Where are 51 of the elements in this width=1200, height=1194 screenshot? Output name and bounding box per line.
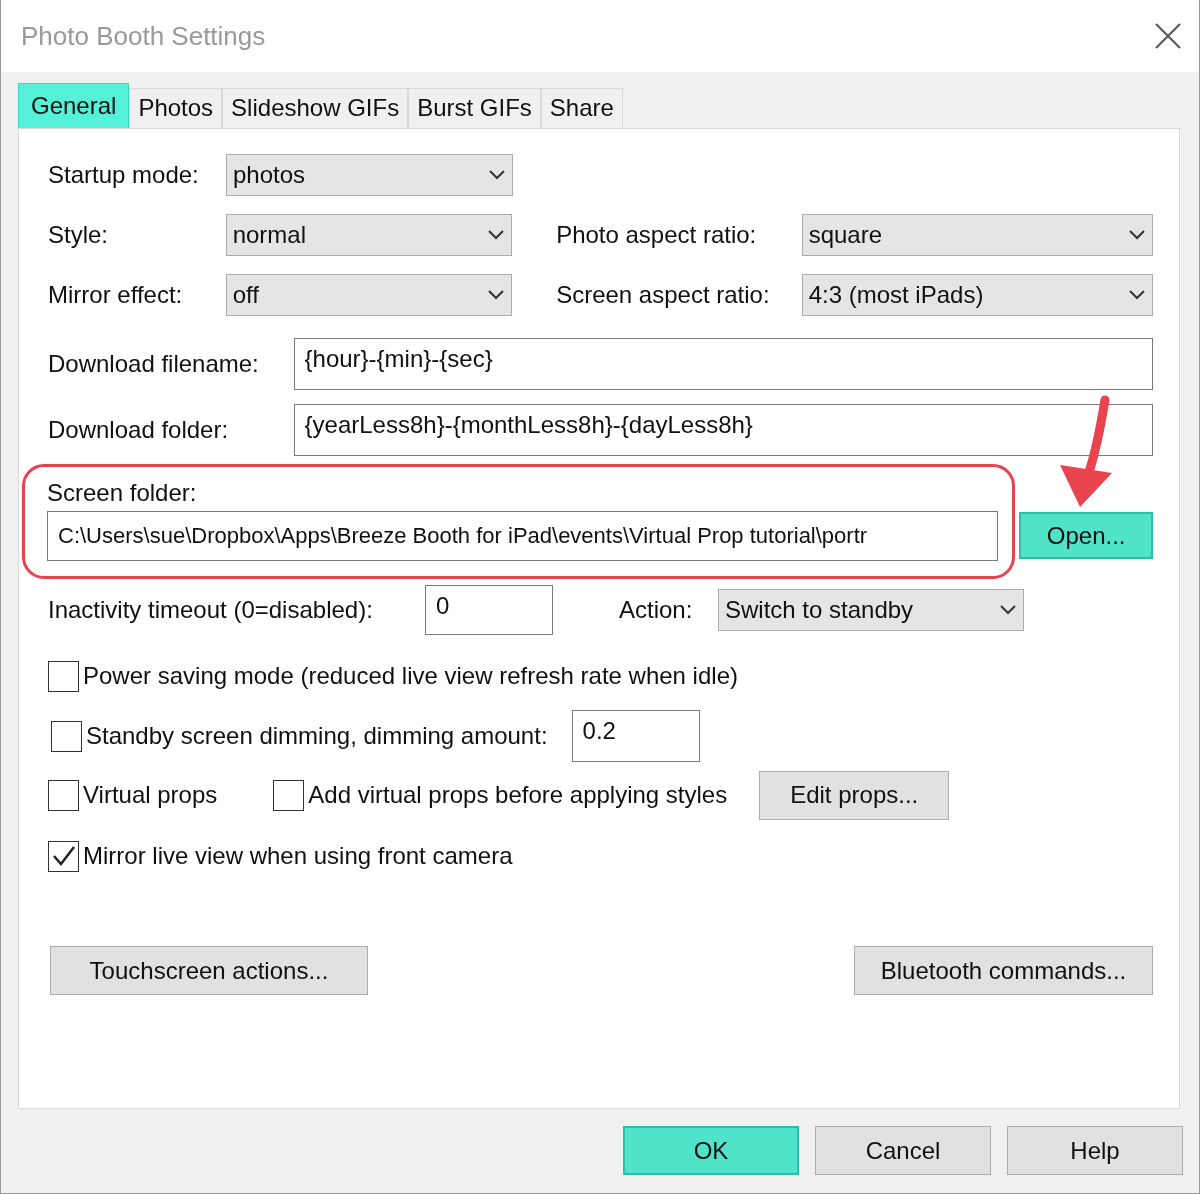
field-label: Mirror effect: (48, 280, 184, 310)
checkbox[interactable] (48, 779, 79, 811)
tab[interactable]: Photos (129, 88, 223, 128)
field-label: Photo aspect ratio: (556, 220, 758, 250)
checkbox-label: Standby screen dimming, dimming amount: (86, 721, 548, 751)
field-label: Download folder: (48, 415, 230, 445)
number-field[interactable]: 0.2 (571, 710, 700, 762)
dropdown[interactable]: photos (226, 154, 513, 196)
touchscreen-actions-button[interactable]: Touchscreen actions... (50, 946, 368, 995)
field-label: Style: (48, 220, 110, 250)
checkbox[interactable] (48, 660, 79, 692)
checkbox-label: Mirror live view when using front camera (83, 841, 513, 871)
text-field[interactable]: {hour}-{min}-{sec} (293, 338, 1153, 390)
text-field[interactable]: {yearLess8h}-{monthLess8h}-{dayLess8h} (293, 404, 1153, 456)
chevron-down-icon (1128, 229, 1146, 241)
field-label: Screen folder: (47, 478, 198, 508)
checkbox[interactable] (51, 720, 82, 752)
open-button[interactable]: Open... (1019, 512, 1153, 559)
chevron-down-icon (1128, 289, 1146, 301)
dropdown[interactable]: Switch to standby (718, 589, 1024, 631)
text-field[interactable]: 0 (425, 585, 553, 635)
dropdown[interactable]: normal (225, 214, 513, 256)
tab[interactable]: Burst GIFs (408, 88, 541, 128)
checkbox-label: Add virtual props before applying styles (308, 780, 728, 810)
checkbox[interactable] (273, 779, 305, 811)
dialog-button[interactable]: Cancel (815, 1126, 991, 1175)
field-label: Download filename: (48, 349, 260, 379)
chevron-down-icon (487, 229, 506, 241)
tab[interactable]: General (18, 83, 130, 128)
field-label: Startup mode: (48, 160, 200, 190)
checkbox-label: Virtual props (83, 780, 218, 810)
chevron-down-icon (488, 169, 506, 181)
close-icon[interactable] (1155, 23, 1181, 49)
dropdown[interactable]: square (801, 214, 1153, 256)
tab[interactable]: Slideshow GIFs (222, 88, 409, 128)
dialog-button[interactable]: Help (1007, 1126, 1183, 1175)
chevron-down-icon (487, 289, 506, 301)
checkbox[interactable] (48, 840, 79, 872)
bluetooth-commands-button[interactable]: Bluetooth commands... (854, 946, 1153, 995)
dropdown[interactable]: 4:3 (most iPads) (801, 274, 1153, 316)
field-label: Action: (619, 595, 694, 625)
edit-props-button[interactable]: Edit props... (759, 770, 950, 820)
dialog-button[interactable]: OK (623, 1126, 799, 1175)
path-field[interactable]: C:\Users\sue\Dropbox\Apps\Breeze Booth for iPad\events\Virtual Prop tutorial\portr (47, 511, 999, 561)
chevron-down-icon (999, 604, 1017, 616)
dropdown[interactable]: off (225, 274, 513, 316)
checkbox-label: Power saving mode (reduced live view refresh rate when idle) (83, 661, 738, 691)
field-label: Inactivity timeout (0=disabled): (48, 595, 374, 625)
field-label: Screen aspect ratio: (556, 280, 771, 310)
window-title: Photo Booth Settings (21, 19, 266, 53)
tab[interactable]: Share (540, 88, 623, 128)
